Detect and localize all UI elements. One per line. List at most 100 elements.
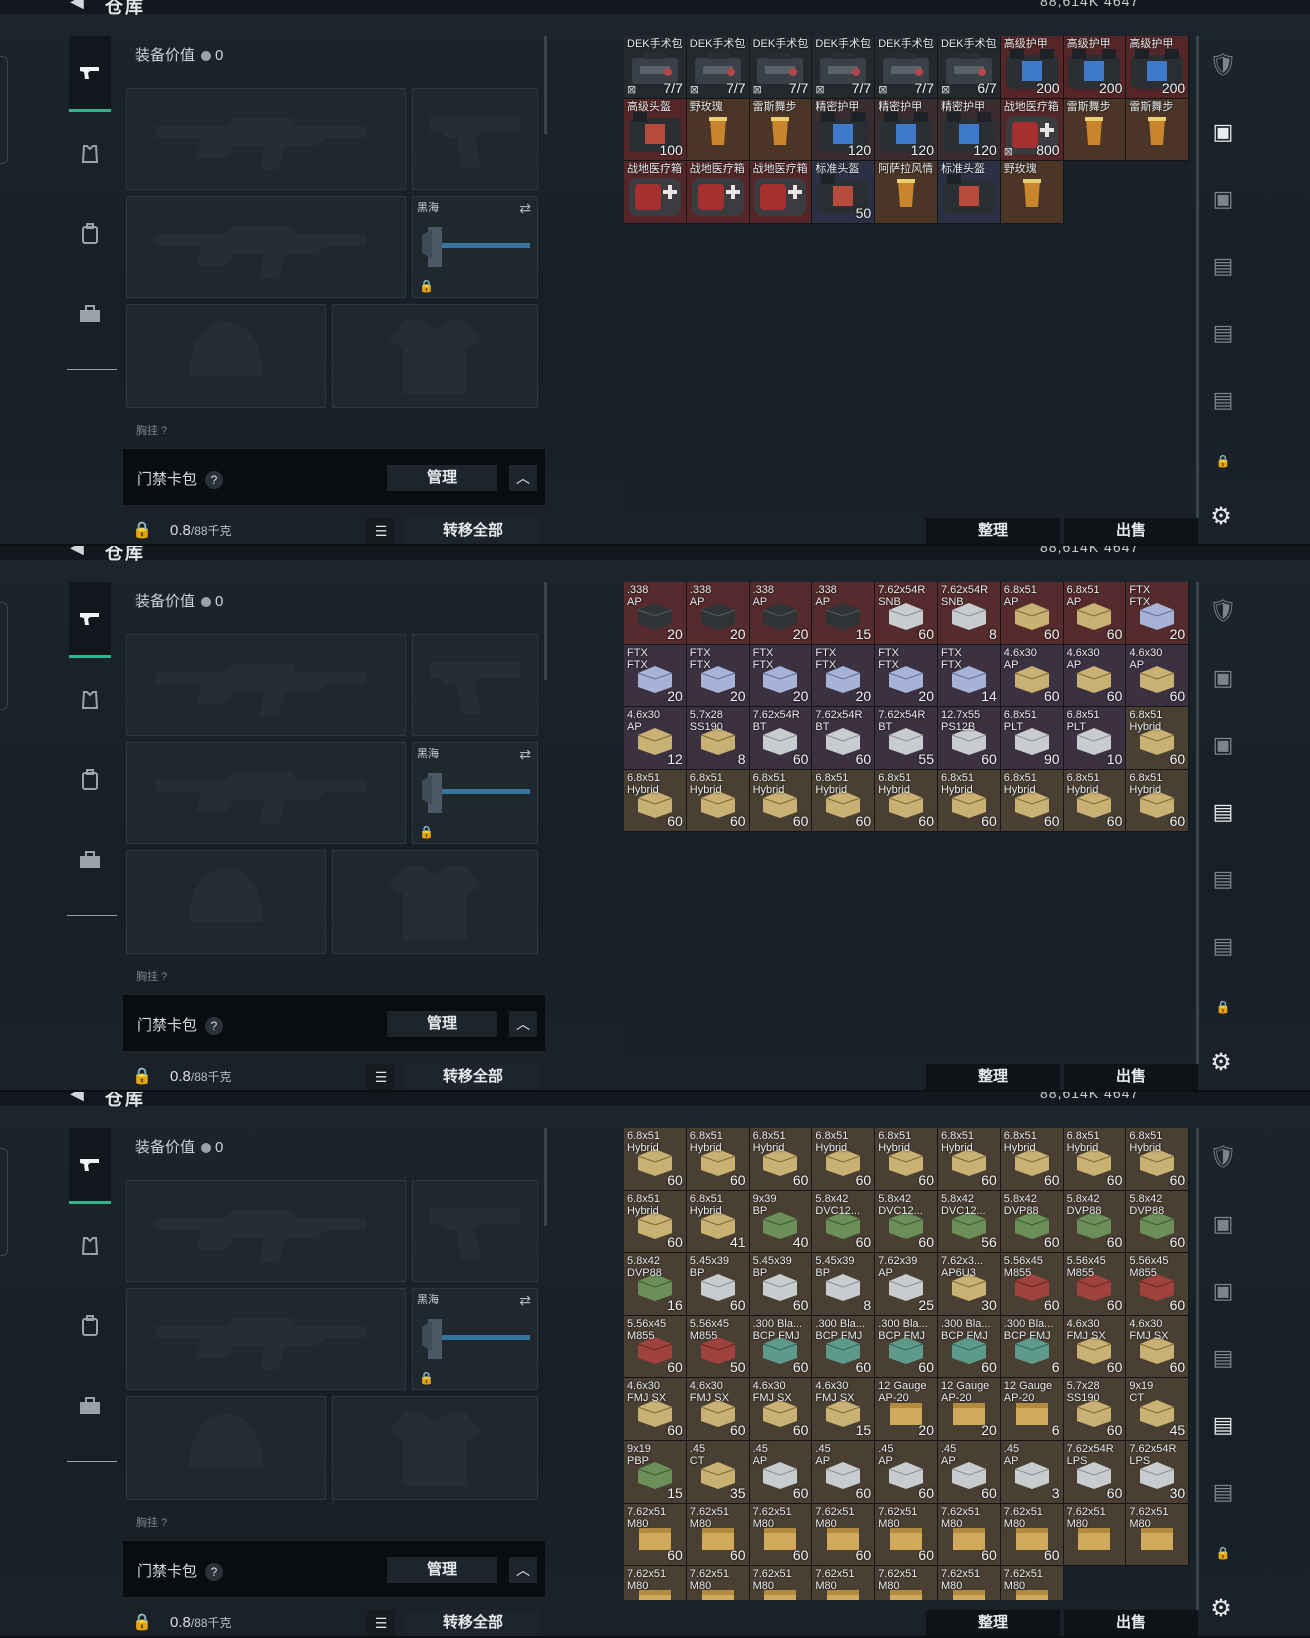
tab-weapons[interactable] xyxy=(69,1128,111,1204)
inventory-item[interactable]: 7.62x51 M80 xyxy=(749,1566,813,1600)
inventory-item[interactable]: 战地医疗箱 xyxy=(686,161,750,224)
inventory-item[interactable]: 6.8x51 Hybrid 60 xyxy=(1063,769,1127,833)
inventory-item[interactable]: DEK手术包 ⊠ 7/7 xyxy=(812,36,876,99)
inventory-item[interactable]: 12.7x55 PS12B 60 xyxy=(937,707,1001,770)
inventory-item[interactable]: 4.6x30 FMJ SX 60 xyxy=(749,1378,813,1441)
inventory-item[interactable]: 4.6x30 FMJ SX 60 xyxy=(1126,1315,1190,1379)
primary-weapon-slot[interactable] xyxy=(126,88,406,190)
inventory-item[interactable]: .300 Bla... BCP FMJ 6 xyxy=(1000,1315,1064,1379)
warehouse-page-2-icon[interactable]: ▣ xyxy=(1208,1211,1238,1241)
inventory-item[interactable]: 4.6x30 AP 12 xyxy=(624,707,687,770)
inventory-item[interactable]: 7.62x54R SNB 60 xyxy=(875,582,938,645)
inventory-item[interactable]: DEK手术包 ⊠ 7/7 xyxy=(686,36,750,99)
inventory-item[interactable]: 5.8x42 DVP88 60 xyxy=(1000,1190,1064,1254)
gear-icon[interactable]: ⚙ xyxy=(1208,504,1234,530)
warehouse-scrollbar[interactable] xyxy=(1196,1128,1199,1610)
inventory-item[interactable]: 7.62x54R BT 55 xyxy=(875,707,938,770)
inventory-item[interactable]: .45 AP 60 xyxy=(749,1440,813,1504)
inventory-item[interactable]: 5.45x39 BP 60 xyxy=(749,1253,813,1316)
inventory-item[interactable]: 7.62x51 M80 xyxy=(624,1566,687,1600)
warehouse-scrollbar[interactable] xyxy=(1196,582,1199,1064)
inventory-item[interactable]: 精密护甲 120 xyxy=(937,98,1001,162)
inventory-item[interactable]: 5.45x39 BP 60 xyxy=(686,1253,750,1316)
warehouse-page-5-icon[interactable]: ▤ xyxy=(1208,1412,1238,1442)
warehouse-page-5-icon[interactable]: ▤ xyxy=(1208,866,1238,896)
help-icon[interactable]: ? xyxy=(205,1017,224,1035)
inventory-item[interactable]: 5.45x39 BP 8 xyxy=(812,1253,876,1316)
inventory-item[interactable]: 5.8x42 DVC12... 60 xyxy=(875,1190,938,1254)
tab-weapons[interactable] xyxy=(69,582,111,658)
inventory-item[interactable]: 5.8x42 DVP88 60 xyxy=(1063,1190,1127,1254)
inventory-item[interactable]: 5.8x42 DVP88 60 xyxy=(1126,1190,1190,1254)
inventory-item[interactable]: 5.56x45 M855 60 xyxy=(624,1315,687,1379)
inventory-item[interactable]: 雷斯舞步 xyxy=(749,98,813,162)
secondary-weapon-slot[interactable] xyxy=(412,1180,538,1282)
inventory-item[interactable]: .45 AP 60 xyxy=(937,1440,1001,1504)
melee-slot[interactable]: 黑海 ⇄ 🔒 xyxy=(412,742,538,844)
inventory-item[interactable]: 6.8x51 Hybrid 60 xyxy=(937,769,1001,833)
gear-icon[interactable]: ⚙ xyxy=(1208,1596,1234,1622)
manage-button[interactable]: 管理 xyxy=(387,1011,497,1037)
back-arrow-icon[interactable]: ◀ xyxy=(70,0,90,10)
inventory-item[interactable]: 5.7x28 SS190 8 xyxy=(686,707,750,770)
inventory-item[interactable]: FTX FTX 20 xyxy=(812,644,876,708)
inventory-item[interactable]: 6.8x51 Hybrid 41 xyxy=(686,1190,750,1254)
tab-armor[interactable] xyxy=(69,1208,111,1284)
inventory-item[interactable]: 6.8x51 Hybrid 60 xyxy=(1126,707,1190,770)
swap-icon[interactable]: ⇄ xyxy=(519,1292,531,1309)
transfer-all-button[interactable]: 转移全部 xyxy=(406,518,540,544)
swap-icon[interactable]: ⇄ xyxy=(519,200,531,217)
chevron-up-icon[interactable]: ︿ xyxy=(509,1011,537,1037)
page-lock-icon[interactable]: 🔒 xyxy=(1208,1000,1238,1030)
inventory-item[interactable]: 6.8x51 Hybrid 60 xyxy=(1000,1128,1064,1191)
gear-icon[interactable]: ⚙ xyxy=(1208,1050,1234,1076)
tab-backpack[interactable] xyxy=(69,196,111,272)
tertiary-weapon-slot[interactable] xyxy=(126,196,406,298)
list-view-icon[interactable]: ☰ xyxy=(367,518,395,544)
inventory-item[interactable]: 4.6x30 AP 60 xyxy=(1063,644,1127,708)
left-edge-tab[interactable] xyxy=(0,1148,8,1256)
left-edge-tab[interactable] xyxy=(0,602,8,710)
inventory-item[interactable]: .338 AP 20 xyxy=(686,582,750,645)
inventory-item[interactable]: FTX FTX 20 xyxy=(1126,582,1190,645)
inventory-item[interactable]: 6.8x51 Hybrid 60 xyxy=(686,769,750,833)
inventory-item[interactable]: 7.62x51 M80 xyxy=(875,1566,938,1600)
tab-case[interactable] xyxy=(69,822,111,898)
inventory-item[interactable]: 5.8x42 DVC12... 56 xyxy=(937,1190,1001,1254)
inventory-item[interactable]: .45 AP 60 xyxy=(875,1440,938,1504)
inventory-item[interactable]: 6.8x51 Hybrid 60 xyxy=(1063,1128,1127,1191)
inventory-item[interactable]: DEK手术包 ⊠ 6/7 xyxy=(937,36,1001,99)
inventory-item[interactable]: 12 Gauge AP-20 20 xyxy=(937,1378,1001,1441)
body-armor-slot[interactable] xyxy=(332,850,538,954)
inventory-item[interactable]: .300 Bla... BCP FMJ 60 xyxy=(749,1315,813,1379)
inventory-item[interactable]: 6.8x51 Hybrid 60 xyxy=(812,1128,876,1191)
inventory-item[interactable]: 12 Gauge AP-20 20 xyxy=(875,1378,938,1441)
list-view-icon[interactable]: ☰ xyxy=(367,1610,395,1636)
inventory-item[interactable]: 4.6x30 AP 60 xyxy=(1000,644,1064,708)
inventory-item[interactable]: 5.7x28 SS190 60 xyxy=(1063,1378,1127,1441)
inventory-item[interactable]: 6.8x51 AP 60 xyxy=(1000,582,1064,645)
sort-button[interactable]: 整理 xyxy=(926,518,1060,544)
inventory-item[interactable]: 9x19 CT 45 xyxy=(1126,1378,1190,1441)
inventory-item[interactable]: 7.62x51 M80 60 xyxy=(749,1503,813,1567)
inventory-item[interactable]: 6.8x51 Hybrid 60 xyxy=(1000,769,1064,833)
body-armor-slot[interactable] xyxy=(332,1396,538,1500)
left-edge-tab[interactable] xyxy=(0,56,8,164)
inventory-item[interactable]: 7.62x39 AP 25 xyxy=(875,1253,938,1316)
equipment-scrollbar[interactable] xyxy=(544,1128,547,1226)
inventory-item[interactable]: .45 AP 60 xyxy=(812,1440,876,1504)
warehouse-page-4-icon[interactable]: ▤ xyxy=(1208,1345,1238,1375)
inventory-item[interactable]: 5.56x45 M855 50 xyxy=(686,1315,750,1379)
warehouse-page-4-icon[interactable]: ▤ xyxy=(1208,253,1238,283)
inventory-item[interactable]: .300 Bla... BCP FMJ 60 xyxy=(937,1315,1001,1379)
body-armor-slot[interactable] xyxy=(332,304,538,408)
inventory-item[interactable]: DEK手术包 ⊠ 7/7 xyxy=(624,36,687,99)
help-icon[interactable]: ? xyxy=(205,1563,224,1581)
helmet-slot[interactable] xyxy=(126,1396,326,1500)
inventory-item[interactable]: 7.62x54R BT 60 xyxy=(812,707,876,770)
tab-case[interactable] xyxy=(69,1368,111,1444)
inventory-item[interactable]: 7.62x54R LPS 60 xyxy=(1063,1440,1127,1504)
secondary-weapon-slot[interactable] xyxy=(412,634,538,736)
inventory-item[interactable]: 7.62x51 M80 xyxy=(1000,1566,1064,1600)
inventory-item[interactable]: 6.8x51 Hybrid 60 xyxy=(1126,1128,1190,1191)
